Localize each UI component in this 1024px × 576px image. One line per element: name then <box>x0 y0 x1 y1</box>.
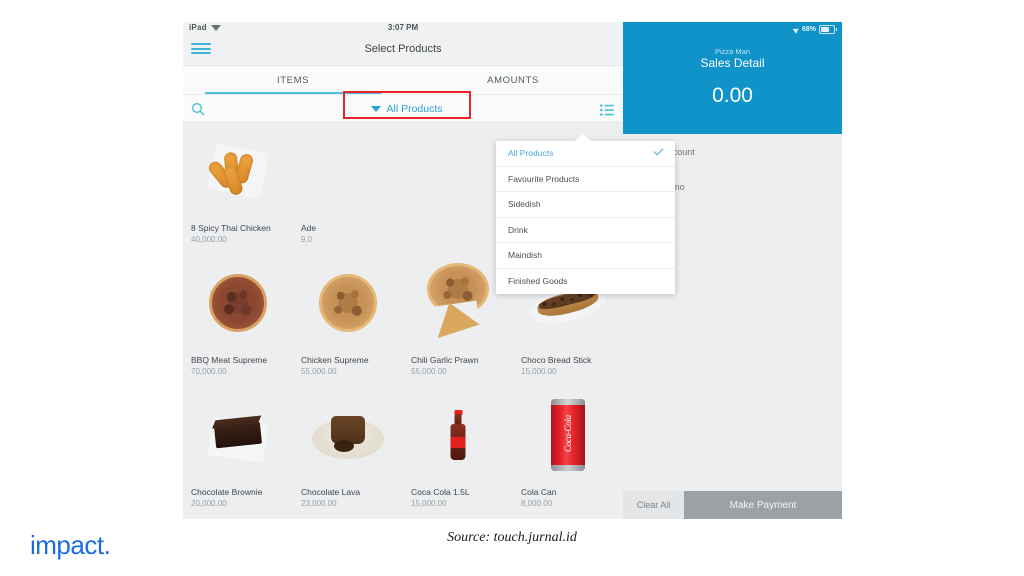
page-title: Select Products <box>364 43 442 55</box>
product-name: 8 Spicy Thai Chicken <box>191 223 271 233</box>
product-price: 20,000.00 <box>191 499 227 508</box>
dropdown-item-label: Finished Goods <box>508 276 568 287</box>
clear-all-label: Clear All <box>636 500 671 510</box>
product-name: Chili Garlic Prawn <box>411 355 479 365</box>
dropdown-caret <box>575 134 591 141</box>
dropdown-item-finished-goods[interactable]: Finished Goods <box>496 269 675 295</box>
cola-bottle-shape <box>450 410 466 460</box>
ios-status-indicators: 68% <box>792 25 837 34</box>
product-name: Chicken Supreme <box>301 355 369 365</box>
battery-percent-label: 68% <box>801 26 816 33</box>
dropdown-item-label: Drink <box>508 224 528 235</box>
product-price: 55,000.00 <box>411 367 447 376</box>
dropdown-item-label: Maindish <box>508 250 543 261</box>
product-image-chocolate-brownie <box>183 391 293 479</box>
sales-total-amount: 0.00 <box>712 84 753 107</box>
product-card[interactable]: Chocolate Brownie 20,000.00 <box>183 385 293 517</box>
product-card[interactable]: 8 Spicy Thai Chicken 40,000.00 <box>183 121 293 253</box>
bottle-label-shape <box>450 437 466 448</box>
product-image-fried-chicken-wings <box>183 127 293 215</box>
sales-detail-header: 68% Pizza Man Sales Detail 0.00 <box>623 22 842 134</box>
battery-icon <box>819 25 837 34</box>
dropdown-item-all-products[interactable]: All Products <box>496 141 675 167</box>
category-filter-button[interactable]: All Products <box>343 95 471 123</box>
product-picker-pane: iPad 3:07 PM Select Products ITEMS AMOUN… <box>183 22 675 519</box>
dropdown-item-favourite-products[interactable]: Favourite Products <box>496 167 675 192</box>
product-card[interactable]: Chicken Supreme 55,000.00 <box>293 253 403 385</box>
product-name: Chocolate Lava <box>301 487 361 497</box>
product-price: 55,000.00 <box>301 367 337 376</box>
product-name: BBQ Meat Supreme <box>191 355 268 365</box>
product-card[interactable]: Coca-Cola Cola Can 8,000.00 <box>513 385 623 517</box>
category-filter-label: All Products <box>386 103 443 115</box>
product-price: 15,000.00 <box>411 499 447 508</box>
product-card[interactable]: Ade 9,0 <box>293 121 403 253</box>
dropdown-item-label: Sidedish <box>508 199 541 210</box>
product-price: 9,0 <box>301 235 313 244</box>
product-row: Chocolate Brownie 20,000.00 Chocolate La… <box>183 385 623 517</box>
shop-name: Pizza Man <box>714 47 750 56</box>
dropdown-item-label: Favourite Products <box>508 173 580 184</box>
product-image-coca-cola-bottle <box>403 391 513 479</box>
product-card[interactable]: Chocolate Lava 23,000.00 <box>293 385 403 517</box>
product-price: 40,000.00 <box>191 235 227 244</box>
check-icon <box>653 145 664 156</box>
make-payment-button[interactable]: Make Payment <box>684 491 842 519</box>
cola-can-shape: Coca-Cola <box>551 399 585 471</box>
tab-items[interactable]: ITEMS <box>183 66 403 94</box>
product-image-bbq-meat-pizza <box>183 259 293 347</box>
dropdown-item-label: All Products <box>508 148 554 159</box>
search-icon[interactable] <box>191 102 205 116</box>
product-price: 23,000.00 <box>301 499 337 508</box>
sales-detail-title: Sales Detail <box>700 56 765 70</box>
product-image-hidden <box>293 127 403 215</box>
dropdown-item-sidedish[interactable]: Sidedish <box>496 192 675 218</box>
tab-items-label: ITEMS <box>276 74 310 86</box>
status-clock: 3:07 PM <box>387 23 419 32</box>
location-arrow-icon <box>792 25 801 34</box>
product-card[interactable]: BBQ Meat Supreme 70,000.00 <box>183 253 293 385</box>
dropdown-item-drink[interactable]: Drink <box>496 218 675 243</box>
filter-bar: All Products <box>183 95 623 124</box>
ios-status-bar: iPad 3:07 PM <box>183 22 623 37</box>
sales-detail-actions: Clear All Make Payment <box>623 491 842 519</box>
product-card[interactable]: Coca Cola 1.5L 15,000.00 <box>403 385 513 517</box>
product-image-coca-cola-can: Coca-Cola <box>513 391 623 479</box>
chocolate-sauce-shape <box>333 439 354 452</box>
chevron-down-icon <box>371 105 382 112</box>
product-name: Chocolate Brownie <box>191 487 263 497</box>
tab-amounts[interactable]: AMOUNTS <box>403 66 623 94</box>
product-price: 70,000.00 <box>191 367 227 376</box>
product-image-chocolate-lava-cake <box>293 391 403 479</box>
category-dropdown-menu: All Products Favourite Products Sidedish… <box>496 134 675 295</box>
list-view-icon[interactable] <box>600 103 614 116</box>
tablet-screenshot: iPad 3:07 PM Select Products ITEMS AMOUN… <box>183 22 842 519</box>
pizza-shape <box>319 274 377 332</box>
product-image-chicken-supreme-pizza <box>293 259 403 347</box>
cola-can-wordmark: Coca-Cola <box>563 415 573 452</box>
tab-bar: ITEMS AMOUNTS <box>183 66 623 95</box>
clear-all-button[interactable]: Clear All <box>623 491 684 519</box>
tab-amounts-label: AMOUNTS <box>487 74 539 86</box>
pizza-shape <box>209 274 267 332</box>
dropdown-item-maindish[interactable]: Maindish <box>496 243 675 269</box>
source-caption: Source: touch.jurnal.id <box>447 530 577 545</box>
product-name: Coca Cola 1.5L <box>411 487 470 497</box>
product-price: 15,000.00 <box>521 367 557 376</box>
product-name: Cola Can <box>521 487 557 497</box>
navigation-bar: Select Products <box>183 37 623 66</box>
product-name: Ade <box>301 223 317 233</box>
product-name: Choco Bread Stick <box>521 355 592 365</box>
make-payment-label: Make Payment <box>729 499 797 511</box>
product-price: 8,000.00 <box>521 499 553 508</box>
